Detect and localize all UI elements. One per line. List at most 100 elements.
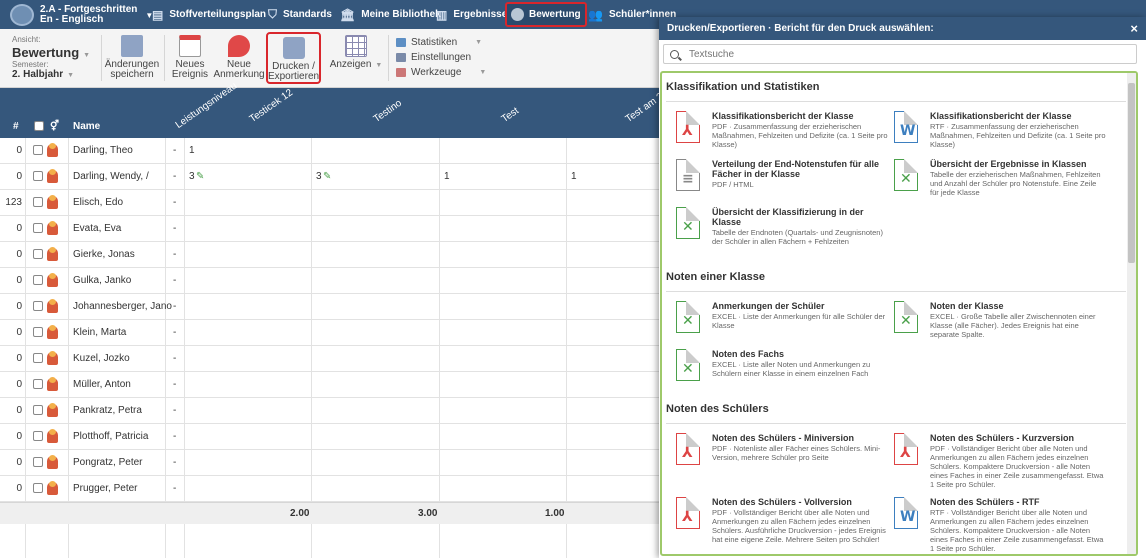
report-item[interactable]: ⅄ Noten des Schülers - Vollversion PDF · V… xyxy=(676,497,888,544)
col-testino[interactable]: Testino xyxy=(372,98,404,125)
scrollbar-thumb[interactable] xyxy=(1128,83,1135,263)
row-checkbox[interactable] xyxy=(33,483,43,494)
grid-icon xyxy=(345,35,367,57)
row-checkbox[interactable] xyxy=(33,197,43,208)
report-item[interactable]: ≡ Verteilung der End-Notenstufen für alle… xyxy=(676,159,888,191)
tools-menu[interactable]: Werkzeuge ▼ xyxy=(396,65,486,80)
cell-lv: - xyxy=(173,275,177,286)
class-logo-icon xyxy=(10,4,34,26)
report-title: Noten der Klasse xyxy=(930,301,1004,311)
chevron-down-icon: ▼ xyxy=(475,39,483,46)
table-row[interactable]: 0 Pankratz, Petra - xyxy=(0,398,660,424)
row-checkbox[interactable] xyxy=(33,223,43,234)
row-checkbox[interactable] xyxy=(33,457,43,468)
report-description: Tabelle der erzieherischen Maßnahmen, Fe… xyxy=(930,170,1101,197)
cell-c2[interactable]: 3 xyxy=(316,164,322,190)
row-checkbox[interactable] xyxy=(33,431,43,442)
table-row[interactable]: 0 Pongratz, Peter - xyxy=(0,450,660,476)
table-row[interactable]: 0 Johannesberger, Jano - xyxy=(0,294,660,320)
report-title: Verteilung der End-Notenstufen für alle … xyxy=(712,159,880,179)
row-checkbox[interactable] xyxy=(33,249,43,260)
calendar-add-icon xyxy=(179,35,201,57)
report-description: RTF · Vollständiger Bericht über alle No… xyxy=(930,508,1104,553)
view-selector[interactable]: Ansicht: Bewertung ▼ Semester: 2. Halbjah… xyxy=(12,35,92,80)
report-item[interactable]: ⅄ Noten des Schülers - Miniversion PDF · N… xyxy=(676,433,888,465)
col-leistungsniveau[interactable]: Leistungsniveau xyxy=(174,81,240,131)
student-avatar-icon xyxy=(47,220,58,235)
report-item[interactable]: ✕ Übersicht der Ergebnisse in Klassen Tabe… xyxy=(894,159,1106,197)
pdf-file-icon: ⅄ xyxy=(676,111,700,143)
report-item[interactable]: ⅄ Klassifikationsbericht der Klasse PDF · … xyxy=(676,111,888,149)
cell-c1[interactable]: 1 xyxy=(189,138,195,164)
cell-num: 0 xyxy=(16,145,22,156)
class-selector[interactable]: 2.A - Fortgeschritten En - Englisch ▼ xyxy=(10,3,153,27)
close-icon[interactable]: × xyxy=(1130,21,1138,36)
select-all-checkbox[interactable] xyxy=(34,121,44,132)
nav-standards[interactable]: ⛉ Standards xyxy=(268,0,332,29)
row-checkbox[interactable] xyxy=(33,353,43,364)
nav-meine-bibliothek[interactable]: 🏛 Meine Bibliothek xyxy=(340,0,441,29)
report-item[interactable]: ✕ Anmerkungen der Schüler EXCEL · Liste de… xyxy=(676,301,888,333)
row-checkbox[interactable] xyxy=(33,301,43,312)
table-row[interactable]: 0 Kuzel, Jozko - xyxy=(0,346,660,372)
cell-c4[interactable]: 1 xyxy=(571,164,577,190)
cell-lv: - xyxy=(173,353,177,364)
report-title: Noten des Fachs xyxy=(712,349,785,359)
row-checkbox[interactable] xyxy=(33,327,43,338)
nav-stoffverteilungsplan[interactable]: ▤ Stoffverteilungsplan xyxy=(152,0,266,29)
report-item[interactable]: ✕ Noten der Klasse EXCEL · Große Tabelle a… xyxy=(894,301,1106,339)
print-export-button[interactable]: Drucken / Exportieren xyxy=(266,32,321,84)
row-checkbox[interactable] xyxy=(33,145,43,156)
col-testicek-12[interactable]: Testicek 12 xyxy=(248,87,295,125)
table-row[interactable]: 0 Klein, Marta - xyxy=(0,320,660,346)
report-description: PDF · Vollständiger Bericht über alle No… xyxy=(712,508,886,544)
tools-icon xyxy=(396,68,406,77)
report-item[interactable]: ⅄ Noten des Schülers - Kurzversion PDF · V… xyxy=(894,433,1106,489)
excel-file-icon: ✕ xyxy=(676,207,700,239)
nav-bewertung[interactable]: Bewertung xyxy=(505,2,587,27)
table-row[interactable]: 0 Darling, Theo - 1 xyxy=(0,138,660,164)
table-row[interactable]: 0 Darling, Wendy, / - 3 3 1 1 ✎ ✎ xyxy=(0,164,660,190)
report-title: Noten des Schülers - Vollversion xyxy=(712,497,852,507)
grid-header: # ⚥ Name Leistungsniveau Testicek 12 Tes… xyxy=(0,81,672,138)
table-row[interactable]: 0 Gulka, Janko - xyxy=(0,268,660,294)
scrollbar[interactable] xyxy=(1127,73,1136,554)
report-item[interactable]: W Klassifikationsbericht der Klasse RTF · … xyxy=(894,111,1106,149)
statistics-menu[interactable]: Statistiken ▼ xyxy=(396,35,486,50)
row-checkbox[interactable] xyxy=(33,275,43,286)
row-checkbox[interactable] xyxy=(33,171,43,182)
cell-num: 0 xyxy=(16,223,22,234)
search-input[interactable] xyxy=(689,48,1136,60)
col-test[interactable]: Test xyxy=(500,105,521,125)
settings-menu[interactable]: Einstellungen xyxy=(396,50,486,65)
table-row[interactable]: 0 Gierke, Jonas - xyxy=(0,242,660,268)
row-checkbox[interactable] xyxy=(33,405,43,416)
report-item[interactable]: W Noten des Schülers - RTF RTF · Vollständ… xyxy=(894,497,1106,553)
table-row[interactable]: 0 Plotthoff, Patricia - xyxy=(0,424,660,450)
semester-value[interactable]: 2. Halbjahr xyxy=(12,69,63,80)
show-button[interactable]: Anzeigen ▼ xyxy=(330,35,382,81)
table-row[interactable]: 0 Evata, Eva - xyxy=(0,216,660,242)
cell-lv: - xyxy=(173,457,177,468)
new-note-button[interactable]: Neue Anmerkung xyxy=(213,35,265,81)
table-row[interactable]: 0 Müller, Anton - xyxy=(0,372,660,398)
report-description: Tabelle der Endnoten (Quartals- und Zeug… xyxy=(712,228,883,246)
cell-name: Müller, Anton xyxy=(73,379,131,390)
library-icon: 🏛 xyxy=(340,7,356,22)
save-changes-button[interactable]: Änderungen speichern xyxy=(105,35,159,81)
cell-c1[interactable]: 3 xyxy=(189,164,195,190)
cell-c3[interactable]: 1 xyxy=(444,164,450,190)
nav-ergebnisse[interactable]: ▥ Ergebnisse xyxy=(436,0,507,29)
new-event-button[interactable]: Neues Ereignis xyxy=(170,35,210,81)
printer-icon xyxy=(282,37,305,59)
cell-num: 0 xyxy=(16,275,22,286)
pdf-file-icon: ⅄ xyxy=(676,433,700,465)
divider xyxy=(666,101,1126,102)
table-row[interactable]: 0 Prugger, Peter - xyxy=(0,476,660,502)
report-item[interactable]: ✕ Noten des Fachs EXCEL · Liste aller Note… xyxy=(676,349,888,381)
table-row[interactable]: 123 Elisch, Edo - xyxy=(0,190,660,216)
rtf-file-icon: W xyxy=(894,497,918,529)
students-icon: 👥 xyxy=(588,7,603,22)
row-checkbox[interactable] xyxy=(33,379,43,390)
report-item[interactable]: ✕ Übersicht der Klassifizierung in der Kl… xyxy=(676,207,888,246)
